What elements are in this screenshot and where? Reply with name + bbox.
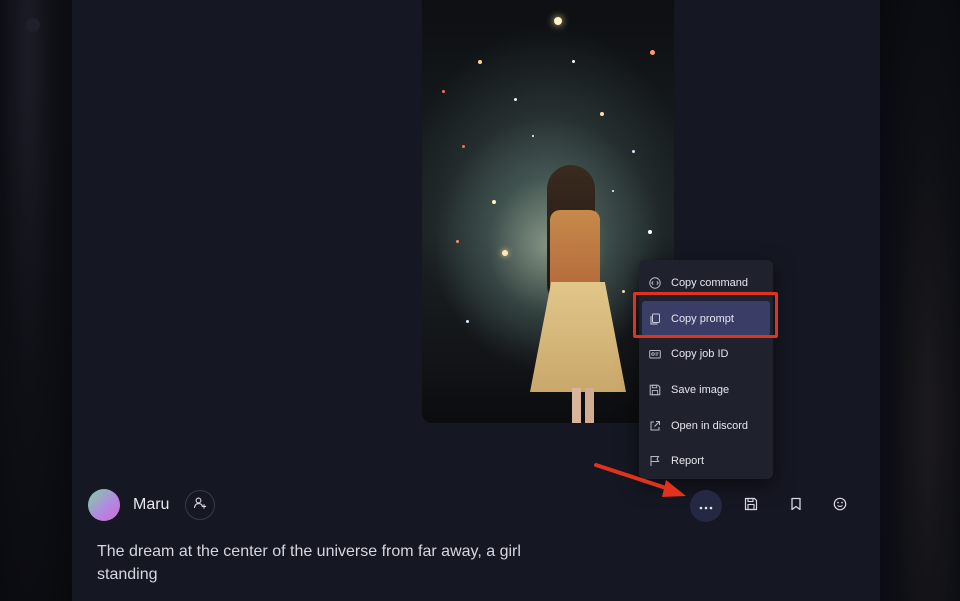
react-button[interactable] (824, 490, 856, 522)
add-user-icon (193, 496, 207, 515)
author-row: Maru (88, 488, 216, 522)
menu-item-label: Copy command (671, 276, 749, 289)
viewer: Copy command Copy prompt Copy job ID Sav… (0, 0, 960, 601)
bookmark-icon (790, 497, 802, 516)
external-link-icon (649, 420, 661, 432)
menu-item-copy-prompt[interactable]: Copy prompt (642, 300, 770, 337)
copy-icon (649, 313, 661, 325)
menu-item-copy-command[interactable]: Copy command (639, 265, 773, 301)
menu-item-label: Copy prompt (671, 312, 734, 325)
artwork-image[interactable] (422, 0, 674, 423)
id-card-icon (649, 348, 661, 360)
backdrop-right (880, 0, 960, 601)
bookmark-button[interactable] (780, 490, 812, 522)
follow-button[interactable] (185, 490, 216, 520)
annotation-arrow (594, 463, 686, 497)
floppy-disk-icon (744, 497, 758, 516)
floppy-disk-icon (649, 384, 661, 396)
avatar[interactable] (88, 489, 120, 521)
menu-item-label: Copy job ID (671, 348, 729, 361)
more-options-button[interactable] (690, 490, 722, 522)
ellipsis-icon (699, 497, 713, 515)
menu-item-save-image[interactable]: Save image (639, 372, 773, 408)
save-image-button[interactable] (735, 490, 767, 522)
smiley-icon (833, 497, 847, 516)
author-name[interactable]: Maru (133, 496, 169, 514)
menu-item-open-in-discord[interactable]: Open in discord (639, 408, 773, 444)
code-icon (649, 277, 661, 289)
backdrop-left (0, 0, 72, 601)
menu-item-label: Save image (671, 383, 730, 396)
prompt-text: The dream at the center of the universe … (97, 543, 521, 583)
menu-item-copy-job-id[interactable]: Copy job ID (639, 336, 773, 372)
context-menu: Copy command Copy prompt Copy job ID Sav… (639, 260, 773, 479)
menu-item-label: Open in discord (671, 419, 749, 432)
